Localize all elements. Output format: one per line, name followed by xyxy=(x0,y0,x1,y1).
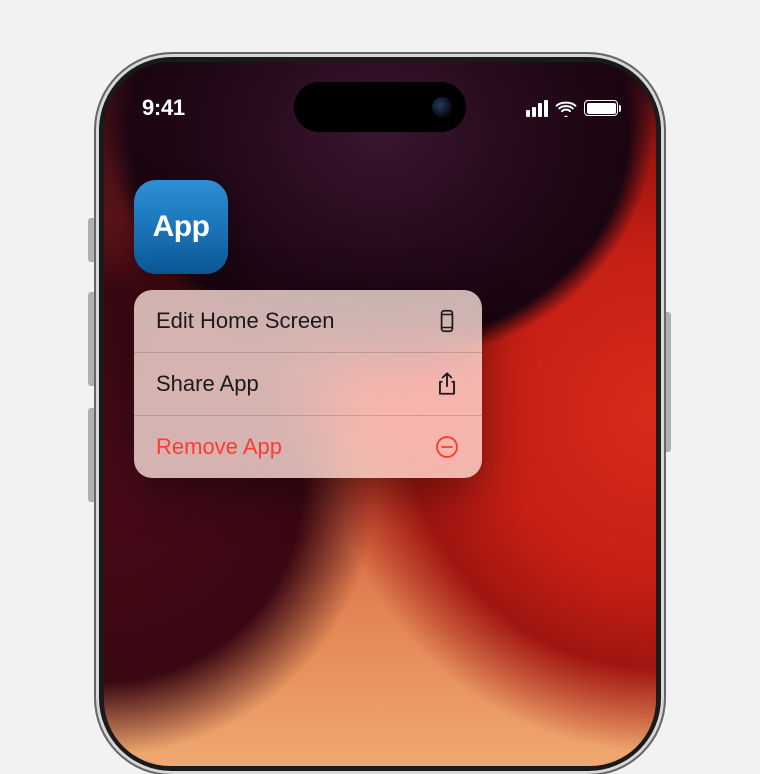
cellular-signal-icon xyxy=(526,100,548,117)
menu-item-label: Edit Home Screen xyxy=(156,308,335,334)
menu-item-remove-app[interactable]: Remove App xyxy=(134,416,482,478)
app-icon[interactable]: App xyxy=(134,180,228,274)
phone-icon xyxy=(434,308,460,334)
status-indicators xyxy=(526,99,618,117)
share-icon xyxy=(434,371,460,397)
home-screen[interactable]: 9:41 App xyxy=(104,62,656,766)
app-icon-label: App xyxy=(153,210,210,244)
wifi-icon xyxy=(555,99,577,117)
minus-circle-icon xyxy=(434,434,460,460)
menu-item-label: Share App xyxy=(156,371,259,397)
menu-item-label: Remove App xyxy=(156,434,282,460)
status-time: 9:41 xyxy=(142,95,185,121)
menu-item-share-app[interactable]: Share App xyxy=(134,353,482,416)
context-menu: Edit Home Screen Share App xyxy=(134,290,482,478)
phone-frame: 9:41 App xyxy=(96,54,664,774)
battery-icon xyxy=(584,100,618,116)
menu-item-edit-home-screen[interactable]: Edit Home Screen xyxy=(134,290,482,353)
status-bar: 9:41 xyxy=(104,88,656,128)
